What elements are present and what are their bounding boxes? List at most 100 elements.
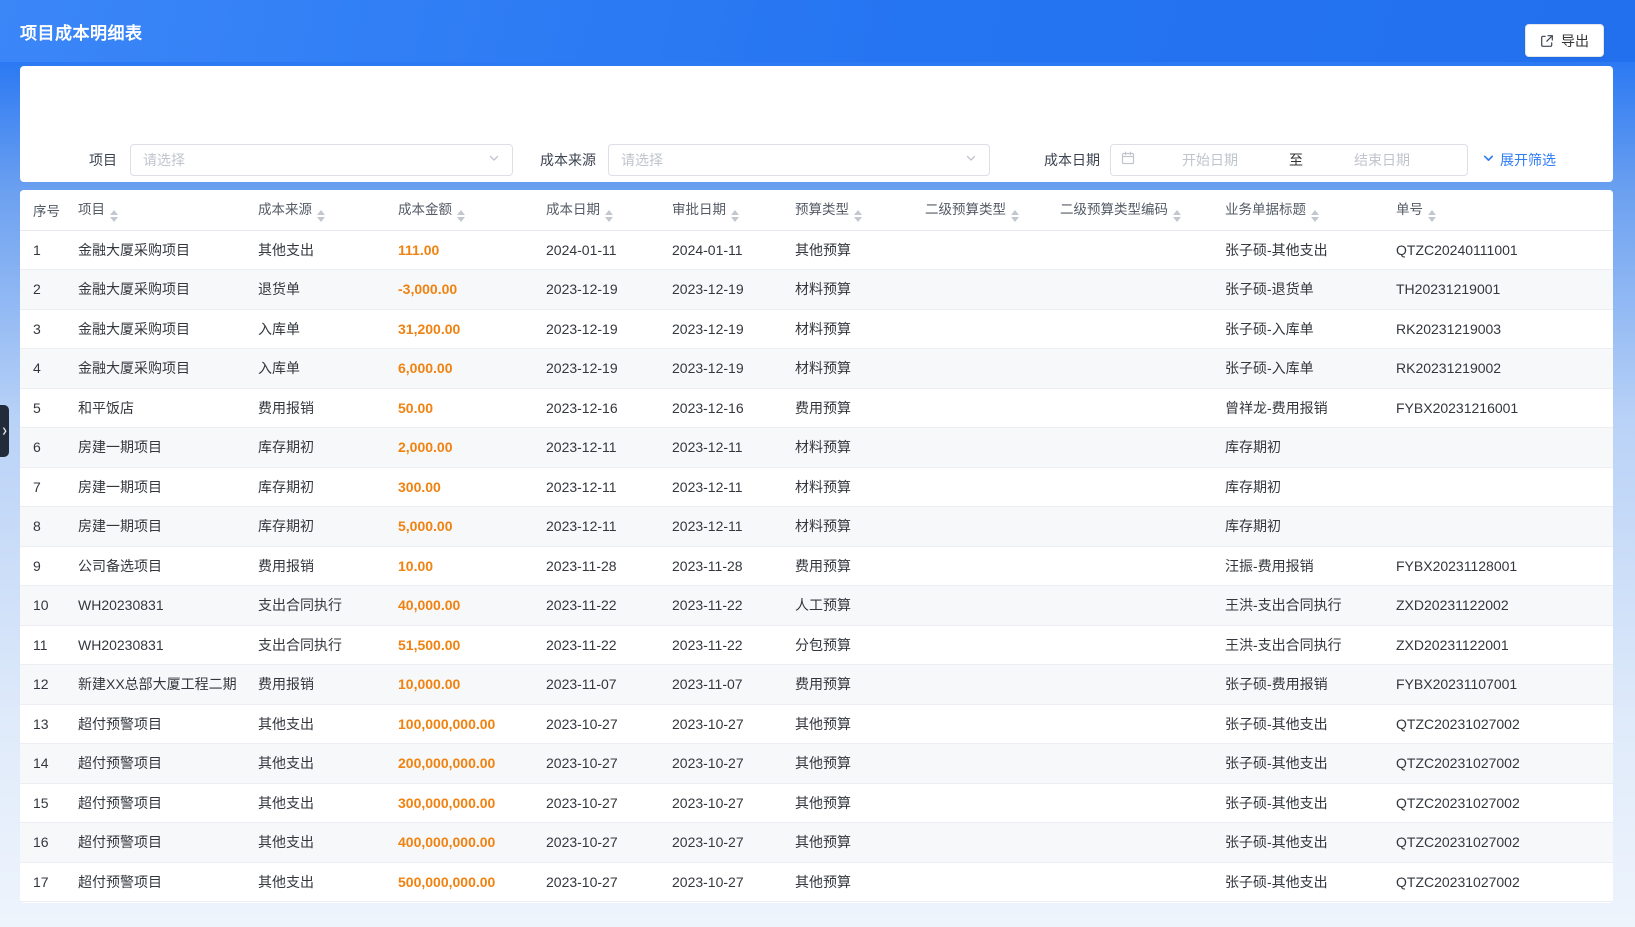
- cell-sub_budget_type: [912, 309, 1047, 349]
- table-row[interactable]: 11WH20230831支出合同执行51,500.002023-11-22202…: [20, 625, 1613, 665]
- project-select[interactable]: 请选择: [130, 144, 513, 176]
- cell-approval_date: 2023-11-22: [659, 625, 782, 665]
- cell-doc_title: 库存期初: [1212, 428, 1383, 468]
- column-label: 序号: [33, 204, 60, 219]
- sort-carets-icon[interactable]: [317, 210, 325, 222]
- table-row[interactable]: 14超付预警项目其他支出200,000,000.002023-10-272023…: [20, 744, 1613, 784]
- column-header-budget_type[interactable]: 预算类型: [782, 190, 912, 230]
- cell-sub_budget_type: [912, 230, 1047, 270]
- table-row[interactable]: 7房建一期项目库存期初300.002023-12-112023-12-11材料预…: [20, 467, 1613, 507]
- cell-sub_budget_type: [912, 270, 1047, 310]
- cell-doc_title: 张子硕-其他支出: [1212, 704, 1383, 744]
- chevron-down-icon: [965, 151, 977, 169]
- sort-carets-icon[interactable]: [1428, 210, 1436, 222]
- calendar-icon: [1121, 151, 1135, 170]
- cell-doc_title: 张子硕-其他支出: [1212, 744, 1383, 784]
- cell-index: 12: [20, 665, 65, 705]
- cell-index: 8: [20, 507, 65, 547]
- cell-cost_amount: 400,000,000.00: [385, 823, 533, 863]
- cell-project: 金融大厦采购项目: [65, 270, 245, 310]
- column-header-cost_amount[interactable]: 成本金额: [385, 190, 533, 230]
- table-row[interactable]: 17超付预警项目其他支出500,000,000.002023-10-272023…: [20, 862, 1613, 902]
- cell-approval_date: 2023-10-27: [659, 823, 782, 863]
- cell-doc_no: FYBX20231128001: [1383, 546, 1613, 586]
- cell-index: 15: [20, 783, 65, 823]
- cell-cost_date: 2023-10-27: [533, 744, 659, 784]
- sort-carets-icon[interactable]: [731, 210, 739, 222]
- table-row[interactable]: 15超付预警项目其他支出300,000,000.002023-10-272023…: [20, 783, 1613, 823]
- cell-doc_title: 张子硕-其他支出: [1212, 783, 1383, 823]
- cost-date-range-input[interactable]: 开始日期 至 结束日期: [1110, 144, 1468, 176]
- cell-project: 房建一期项目: [65, 467, 245, 507]
- sort-carets-icon[interactable]: [1173, 210, 1181, 222]
- cell-index: 14: [20, 744, 65, 784]
- cell-budget_type: 其他预算: [782, 230, 912, 270]
- table-row[interactable]: 16超付预警项目其他支出400,000,000.002023-10-272023…: [20, 823, 1613, 863]
- table-row[interactable]: 5和平饭店费用报销50.002023-12-162023-12-16费用预算曾祥…: [20, 388, 1613, 428]
- cell-budget_type: 材料预算: [782, 349, 912, 389]
- cell-sub_budget_type: [912, 388, 1047, 428]
- cell-approval_date: 2023-11-22: [659, 586, 782, 626]
- cell-doc_title: 王洪-支出合同执行: [1212, 625, 1383, 665]
- cell-project: 金融大厦采购项目: [65, 230, 245, 270]
- table-row[interactable]: 9公司备选项目费用报销10.002023-11-282023-11-28费用预算…: [20, 546, 1613, 586]
- cell-doc_no: QTZC20240111001: [1383, 230, 1613, 270]
- sort-carets-icon[interactable]: [457, 210, 465, 222]
- cell-cost_date: 2023-11-22: [533, 586, 659, 626]
- cell-cost_amount: 31,200.00: [385, 309, 533, 349]
- cell-index: 5: [20, 388, 65, 428]
- table-row[interactable]: 12新建XX总部大厦工程二期费用报销10,000.002023-11-07202…: [20, 665, 1613, 705]
- cell-sub_budget_type_code: [1047, 665, 1212, 705]
- column-label: 单号: [1396, 202, 1423, 217]
- table-row[interactable]: 4金融大厦采购项目入库单6,000.002023-12-192023-12-19…: [20, 349, 1613, 389]
- column-header-doc_title[interactable]: 业务单据标题: [1212, 190, 1383, 230]
- cell-doc_title: 王洪-支出合同执行: [1212, 586, 1383, 626]
- sort-carets-icon[interactable]: [110, 210, 118, 222]
- cell-project: 公司备选项目: [65, 546, 245, 586]
- cell-index: 3: [20, 309, 65, 349]
- cell-approval_date: 2023-12-11: [659, 467, 782, 507]
- column-header-approval_date[interactable]: 审批日期: [659, 190, 782, 230]
- cell-cost_date: 2023-12-11: [533, 467, 659, 507]
- column-header-sub_budget_type_code[interactable]: 二级预算类型编码: [1047, 190, 1212, 230]
- column-header-index: 序号: [20, 190, 65, 230]
- expand-filters-link[interactable]: 展开筛选: [1482, 144, 1556, 176]
- cell-doc_title: 张子硕-其他支出: [1212, 862, 1383, 902]
- table-row[interactable]: 6房建一期项目库存期初2,000.002023-12-112023-12-11材…: [20, 428, 1613, 468]
- sidebar-expand-handle[interactable]: ❯: [0, 405, 9, 457]
- table-row[interactable]: 3金融大厦采购项目入库单31,200.002023-12-192023-12-1…: [20, 309, 1613, 349]
- cell-doc_title: 张子硕-其他支出: [1212, 823, 1383, 863]
- sort-carets-icon[interactable]: [605, 210, 613, 222]
- cell-cost_amount: 300,000,000.00: [385, 783, 533, 823]
- table-row[interactable]: 13超付预警项目其他支出100,000,000.002023-10-272023…: [20, 704, 1613, 744]
- cell-cost_amount: 200,000,000.00: [385, 744, 533, 784]
- cell-approval_date: 2023-12-19: [659, 349, 782, 389]
- sort-carets-icon[interactable]: [1311, 210, 1319, 222]
- date-separator: 至: [1285, 150, 1307, 170]
- cell-cost_source: 其他支出: [245, 823, 385, 863]
- cell-sub_budget_type_code: [1047, 546, 1212, 586]
- cell-project: 超付预警项目: [65, 862, 245, 902]
- cell-sub_budget_type_code: [1047, 349, 1212, 389]
- cost-detail-table: 序号项目成本来源 成本金额成本日期审批日期预算类型二级预算类型二级预算类型编码业务…: [20, 190, 1613, 903]
- column-header-cost_source[interactable]: 成本来源: [245, 190, 385, 230]
- cell-budget_type: 其他预算: [782, 823, 912, 863]
- table-row[interactable]: 1金融大厦采购项目其他支出111.002024-01-112024-01-11其…: [20, 230, 1613, 270]
- cell-budget_type: 其他预算: [782, 744, 912, 784]
- cell-sub_budget_type: [912, 704, 1047, 744]
- export-button[interactable]: 导出: [1525, 24, 1604, 57]
- cost-source-select[interactable]: 请选择: [608, 144, 990, 176]
- sort-carets-icon[interactable]: [854, 210, 862, 222]
- sort-carets-icon[interactable]: [1011, 210, 1019, 222]
- column-header-project[interactable]: 项目: [65, 190, 245, 230]
- table-row[interactable]: 2金融大厦采购项目退货单-3,000.002023-12-192023-12-1…: [20, 270, 1613, 310]
- table-row[interactable]: 8房建一期项目库存期初5,000.002023-12-112023-12-11材…: [20, 507, 1613, 547]
- column-header-cost_date[interactable]: 成本日期: [533, 190, 659, 230]
- cell-budget_type: 分包预算: [782, 625, 912, 665]
- cell-project: 超付预警项目: [65, 744, 245, 784]
- column-header-doc_no[interactable]: 单号: [1383, 190, 1613, 230]
- table-row[interactable]: 10WH20230831支出合同执行40,000.002023-11-22202…: [20, 586, 1613, 626]
- column-label: 成本来源: [258, 202, 312, 217]
- cell-sub_budget_type: [912, 744, 1047, 784]
- column-header-sub_budget_type[interactable]: 二级预算类型: [912, 190, 1047, 230]
